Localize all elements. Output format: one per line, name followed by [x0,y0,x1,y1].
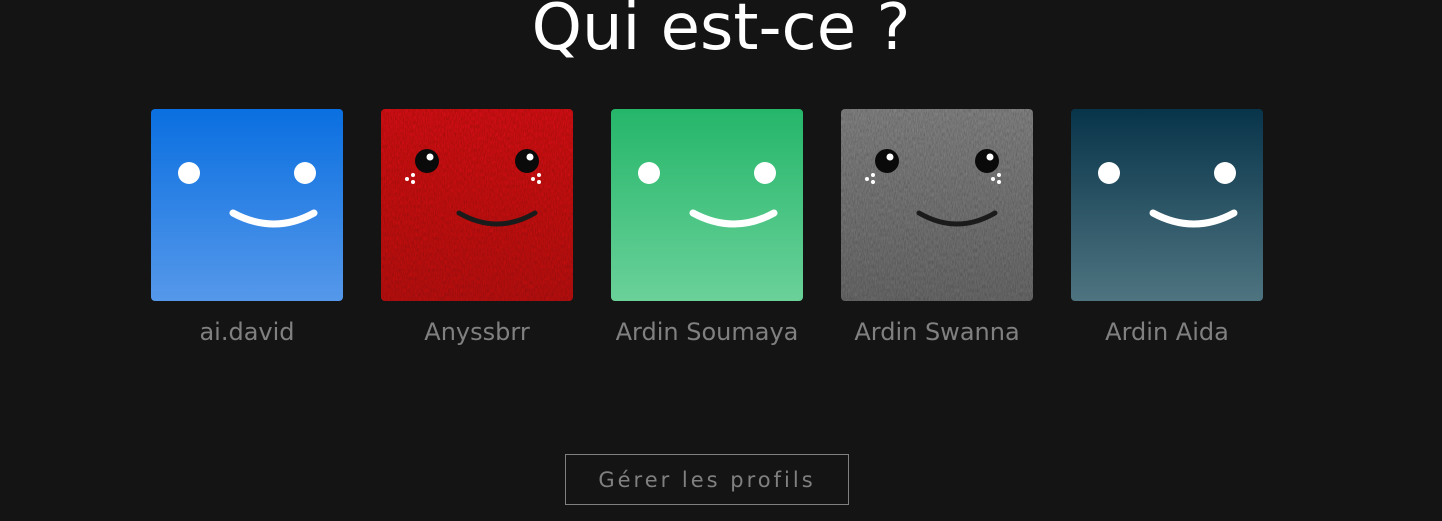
profile-name: Ardin Soumaya [615,318,799,346]
profile-avatar[interactable] [381,109,573,301]
left-eye [638,162,660,184]
profile-name: Ardin Aida [1105,318,1229,346]
teal-smile-icon [1071,109,1263,301]
profile-ardin-aida[interactable]: Ardin Aida [1071,109,1263,346]
right-eye [1214,162,1236,184]
profile-list: ai.david Anyssbrr Ardin Soumaya Ardin Sw… [151,109,1263,346]
profile-anyssbrr[interactable]: Anyssbrr [381,109,573,346]
profile-ardin-soumaya[interactable]: Ardin Soumaya [611,109,803,346]
profile-name: Ardin Swanna [854,318,1020,346]
grey-fur-monster-icon [841,109,1033,301]
page-title: Qui est-ce ? [531,0,911,65]
right-eye [754,162,776,184]
profile-avatar[interactable] [1071,109,1263,301]
profile-avatar[interactable] [611,109,803,301]
left-eye [178,162,200,184]
profile-ai-david[interactable]: ai.david [151,109,343,346]
profile-name: ai.david [199,318,295,346]
green-smile-icon [611,109,803,301]
profile-name: Anyssbrr [424,318,530,346]
profile-selection-page: Qui est-ce ? ai.david Anyssbrr Ardin Sou… [0,0,1442,521]
profile-ardin-swanna[interactable]: Ardin Swanna [841,109,1033,346]
red-fur-monster-icon [381,109,573,301]
profile-avatar[interactable] [151,109,343,301]
manage-profiles-button[interactable]: Gérer les profils [565,454,849,505]
left-eye [1098,162,1120,184]
blue-smile-icon [151,109,343,301]
right-eye [294,162,316,184]
profile-avatar[interactable] [841,109,1033,301]
